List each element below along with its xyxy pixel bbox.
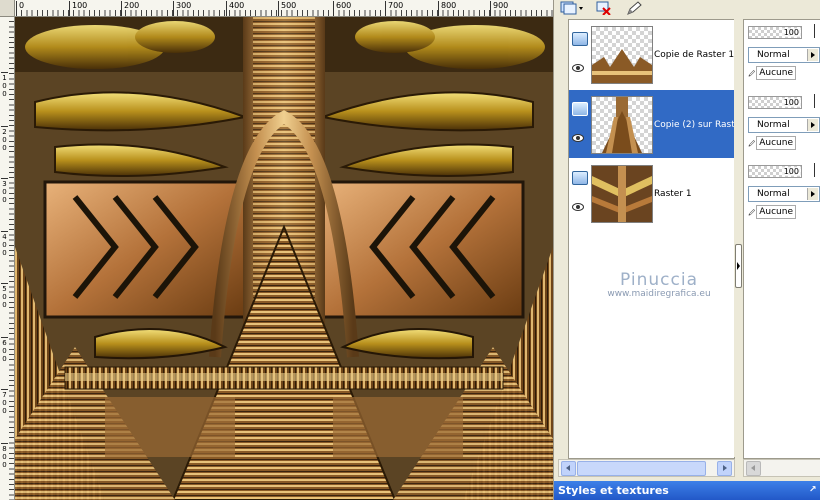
ruler-label: 300 bbox=[173, 1, 191, 16]
vertical-ruler: 1 0 0 2 0 0 3 0 0 4 0 0 5 0 0 6 0 0 7 0 … bbox=[0, 16, 15, 500]
layer-props-row: 100 Normal Aucune bbox=[744, 159, 820, 227]
link-mask-button[interactable]: Aucune bbox=[748, 205, 796, 219]
raster-layer-icon bbox=[572, 102, 588, 116]
blend-mode-value: Normal bbox=[757, 120, 790, 130]
layers-palette: Copie de Raster 1 Copie (2) sur Raster 1… bbox=[558, 0, 820, 500]
brush-icon bbox=[748, 209, 756, 216]
layers-horizontal-scrollbar[interactable] bbox=[558, 459, 735, 477]
opacity-pin bbox=[814, 24, 820, 38]
scroll-left-button[interactable] bbox=[746, 461, 761, 476]
blend-mode-select[interactable]: Normal bbox=[748, 117, 820, 133]
layer-name: Raster 1 bbox=[654, 189, 692, 199]
delete-layer-button[interactable] bbox=[592, 0, 616, 15]
mask-label: Aucune bbox=[756, 136, 796, 150]
ruler-label: 7 0 0 bbox=[1, 389, 8, 415]
dropdown-arrow-icon bbox=[807, 188, 818, 200]
layer-name: Copie de Raster 1 bbox=[654, 50, 734, 60]
ruler-label: 500 bbox=[278, 1, 296, 16]
ruler-label: 6 0 0 bbox=[1, 337, 8, 363]
ruler-label: 100 bbox=[69, 1, 87, 16]
opacity-value: 100 bbox=[781, 167, 801, 176]
scroll-right-button[interactable] bbox=[717, 461, 732, 476]
brush-icon bbox=[748, 70, 756, 77]
opacity-slider[interactable]: 100 bbox=[748, 165, 802, 178]
ruler-label: 800 bbox=[438, 1, 456, 16]
layer-row[interactable]: Raster 1 bbox=[569, 159, 734, 227]
link-mask-button[interactable]: Aucune bbox=[748, 66, 796, 80]
ruler-label: 900 bbox=[490, 1, 508, 16]
styles-palette-title: Styles et textures bbox=[558, 484, 669, 497]
delete-layer-icon bbox=[596, 1, 611, 15]
opacity-value: 100 bbox=[781, 98, 801, 107]
ruler-label: 3 0 0 bbox=[1, 178, 8, 204]
layer-thumbnail bbox=[591, 165, 653, 223]
ruler-label: 4 0 0 bbox=[1, 231, 8, 257]
layer-thumbnail bbox=[591, 96, 653, 154]
layer-list: Copie de Raster 1 Copie (2) sur Raster 1… bbox=[568, 19, 735, 459]
panel-splitter[interactable] bbox=[734, 19, 742, 457]
new-layer-button[interactable] bbox=[558, 0, 586, 15]
mask-label: Aucune bbox=[756, 66, 796, 80]
styles-palette-titlebar[interactable]: Styles et textures ↗ bbox=[554, 481, 820, 500]
opacity-slider[interactable]: 100 bbox=[748, 26, 802, 39]
pin-icon[interactable]: ↗ bbox=[805, 484, 817, 496]
ruler-corner bbox=[0, 0, 15, 17]
ruler-label: 700 bbox=[385, 1, 403, 16]
mask-label: Aucune bbox=[756, 205, 796, 219]
opacity-value: 100 bbox=[781, 28, 801, 37]
eye-icon[interactable] bbox=[572, 203, 584, 211]
watermark-url: www.maidiregrafica.eu bbox=[607, 289, 711, 299]
ruler-label: 8 0 0 bbox=[1, 443, 8, 469]
ruler-label: 2 0 0 bbox=[1, 126, 8, 152]
watermark-title: Pinuccia bbox=[620, 270, 698, 290]
horizontal-ruler: 0 100 200 300 400 500 600 700 800 900 bbox=[0, 0, 553, 17]
ruler-label: 5 0 0 bbox=[1, 283, 8, 309]
dropdown-arrow-icon bbox=[807, 119, 818, 131]
edit-layer-button[interactable] bbox=[622, 0, 646, 15]
new-layer-icon bbox=[560, 1, 583, 14]
opacity-slider[interactable]: 100 bbox=[748, 96, 802, 109]
opacity-pin bbox=[814, 163, 820, 177]
layers-toolbar bbox=[558, 0, 820, 17]
blend-mode-value: Normal bbox=[757, 50, 790, 60]
image-canvas[interactable] bbox=[15, 17, 553, 500]
layer-properties: 100 Normal Aucune 100 Normal Aucune 100 … bbox=[743, 19, 820, 459]
scroll-thumb[interactable] bbox=[577, 461, 706, 476]
layer-row-selected[interactable]: Copie (2) sur Raster 1 bbox=[569, 90, 734, 158]
ruler-label: 1 0 0 bbox=[1, 72, 8, 98]
properties-horizontal-scrollbar[interactable] bbox=[743, 459, 820, 477]
layer-row[interactable]: Copie de Raster 1 bbox=[569, 20, 734, 88]
layer-name: Copie (2) sur Raster 1 bbox=[654, 120, 734, 130]
blend-mode-value: Normal bbox=[757, 189, 790, 199]
blend-mode-select[interactable]: Normal bbox=[748, 47, 820, 63]
raster-layer-icon bbox=[572, 171, 588, 185]
opacity-pin bbox=[814, 94, 820, 108]
scroll-left-button[interactable] bbox=[561, 461, 576, 476]
ruler-label: 0 bbox=[16, 1, 24, 16]
ruler-label: 200 bbox=[121, 1, 139, 16]
dropdown-arrow-icon bbox=[807, 49, 818, 61]
ruler-label: 600 bbox=[333, 1, 351, 16]
layer-thumbnail bbox=[591, 26, 653, 84]
raster-layer-icon bbox=[572, 32, 588, 46]
link-mask-button[interactable]: Aucune bbox=[748, 136, 796, 150]
watermark: Pinuccia www.maidiregrafica.eu bbox=[589, 270, 729, 299]
eye-icon[interactable] bbox=[572, 134, 584, 142]
artwork-image bbox=[15, 17, 553, 500]
layer-props-row: 100 Normal Aucune bbox=[744, 20, 820, 88]
blend-mode-select[interactable]: Normal bbox=[748, 186, 820, 202]
pen-icon bbox=[627, 0, 642, 15]
eye-icon[interactable] bbox=[572, 64, 584, 72]
collapse-grip[interactable] bbox=[735, 244, 742, 288]
ruler-label: 400 bbox=[226, 1, 244, 16]
brush-icon bbox=[748, 140, 756, 147]
layer-props-row: 100 Normal Aucune bbox=[744, 90, 820, 158]
